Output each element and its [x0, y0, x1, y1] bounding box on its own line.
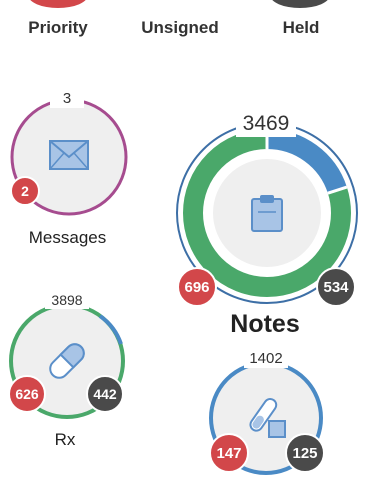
clipboard-icon: [251, 195, 283, 232]
priority-label: Priority: [28, 18, 88, 37]
notes-label: Notes: [230, 310, 300, 338]
labs-total-count: 1402: [244, 350, 288, 368]
unsigned-label: Unsigned: [141, 18, 219, 37]
priority-indicator: [28, 0, 88, 8]
notes-red-badge: 696: [177, 267, 217, 307]
rx-dark-badge: 442: [86, 375, 124, 413]
test-tube-icon: [249, 397, 286, 438]
held-label: Held: [282, 18, 320, 37]
labs-red-badge: 147: [209, 433, 249, 473]
notes-total-count: 3469: [236, 111, 296, 137]
rx-total-count: 3898: [45, 292, 89, 309]
messages-red-badge: 2: [10, 176, 40, 206]
labs-dark-badge: 125: [285, 433, 325, 473]
notes-dark-badge: 534: [316, 267, 356, 307]
envelope-icon: [49, 140, 89, 170]
held-indicator: [270, 0, 330, 8]
messages-label: Messages: [28, 228, 107, 247]
rx-label: Rx: [54, 430, 76, 449]
messages-total-count: 3: [50, 90, 84, 108]
pill-icon: [49, 343, 85, 379]
rx-red-badge: 626: [8, 375, 46, 413]
